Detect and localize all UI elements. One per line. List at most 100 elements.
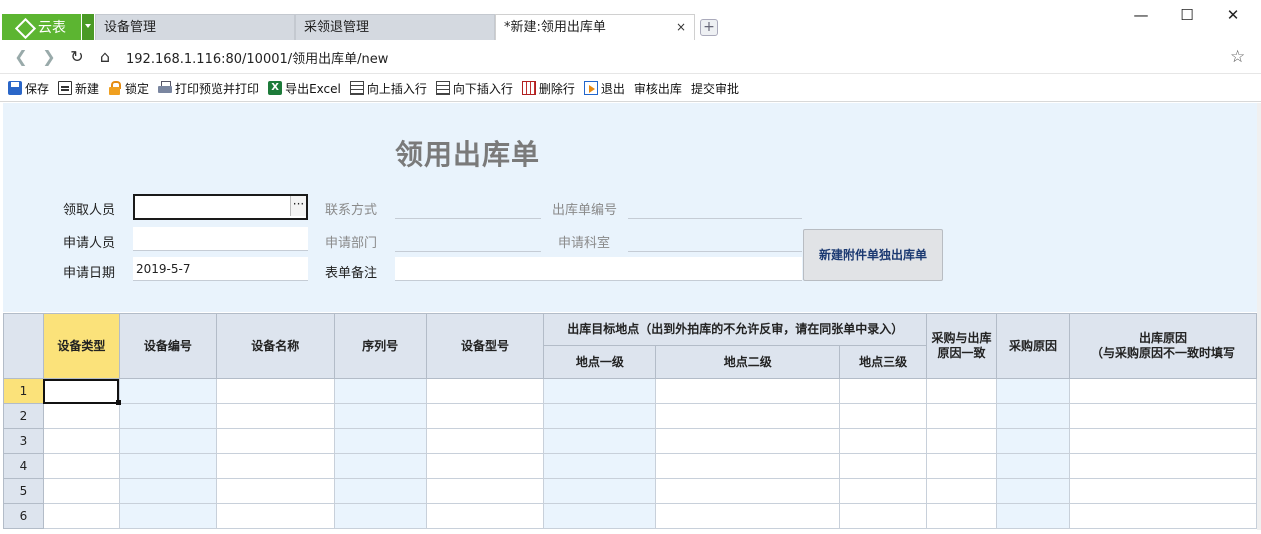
col-header-location-level-3[interactable]: 地点三级 (839, 345, 928, 379)
grid-cell[interactable] (118, 453, 217, 479)
grid-cell[interactable] (425, 378, 545, 404)
tab-device-management[interactable]: 设备管理 (95, 14, 295, 40)
grid-cell[interactable] (1068, 453, 1257, 479)
grid-cell[interactable] (333, 503, 427, 529)
insert-row-above-button[interactable]: 向上插入行 (349, 80, 427, 97)
grid-cell[interactable] (42, 453, 120, 479)
app-brand-button[interactable]: 云表 (2, 14, 94, 40)
col-header-location-level-1[interactable]: 地点一级 (543, 345, 657, 379)
grid-cell[interactable] (42, 403, 120, 429)
grid-cell[interactable] (543, 403, 657, 429)
col-header-device-name[interactable]: 设备名称 (215, 313, 335, 379)
approve-outbound-button[interactable]: 审核出库 (634, 80, 682, 97)
grid-cell[interactable] (926, 503, 998, 529)
section-field[interactable] (628, 228, 802, 252)
print-preview-button[interactable]: 打印预览并打印 (158, 80, 259, 97)
grid-cell[interactable] (42, 503, 120, 529)
submit-approval-button[interactable]: 提交审批 (691, 80, 739, 97)
grid-cell[interactable] (333, 453, 427, 479)
grid-cell[interactable] (118, 428, 217, 454)
receiver-lookup-button[interactable]: ··· (290, 196, 306, 216)
col-header-device-type[interactable]: 设备类型 (42, 313, 120, 379)
row-header[interactable]: 6 (3, 503, 44, 529)
row-header[interactable]: 5 (3, 478, 44, 504)
contact-field[interactable] (395, 195, 541, 219)
new-tab-button[interactable]: + (700, 19, 718, 36)
grid-cell[interactable] (1068, 503, 1257, 529)
url-field[interactable]: 192.168.1.116:80/10001/领用出库单/new (126, 48, 388, 67)
home-icon[interactable]: ⌂ (94, 46, 116, 68)
reload-icon[interactable]: ↻ (66, 46, 88, 68)
grid-cell[interactable] (425, 453, 545, 479)
delete-row-button[interactable]: 删除行 (521, 80, 575, 97)
bookmark-star-icon[interactable]: ☆ (1230, 47, 1245, 67)
new-button[interactable]: 新建 (58, 80, 99, 97)
grid-cell[interactable] (1068, 403, 1257, 429)
grid-cell[interactable] (215, 453, 335, 479)
order-no-field[interactable] (628, 195, 802, 219)
row-header[interactable]: 4 (3, 453, 44, 479)
col-header-purchase-reason[interactable]: 采购原因 (996, 313, 1070, 379)
grid-cell[interactable] (333, 403, 427, 429)
maximize-button[interactable]: ☐ (1164, 2, 1210, 28)
grid-cell[interactable] (1068, 428, 1257, 454)
grid-cell[interactable] (839, 478, 928, 504)
back-icon[interactable]: ❮ (10, 46, 32, 68)
forward-icon[interactable]: ❯ (38, 46, 60, 68)
grid-cell[interactable] (543, 428, 657, 454)
grid-cell[interactable] (1068, 478, 1257, 504)
vertical-scrollbar[interactable] (1257, 103, 1261, 530)
grid-cell[interactable] (333, 378, 427, 404)
grid-cell[interactable] (425, 428, 545, 454)
grid-cell[interactable] (118, 378, 217, 404)
tab-close-icon[interactable]: × (676, 15, 686, 40)
grid-cell[interactable] (215, 503, 335, 529)
close-window-button[interactable]: ✕ (1210, 2, 1256, 28)
col-header-model[interactable]: 设备型号 (425, 313, 545, 379)
row-header[interactable]: 3 (3, 428, 44, 454)
grid-cell[interactable] (425, 503, 545, 529)
grid-cell[interactable] (655, 453, 841, 479)
grid-corner-cell[interactable] (3, 313, 44, 379)
grid-cell[interactable] (333, 428, 427, 454)
minimize-button[interactable]: — (1118, 2, 1164, 28)
export-excel-button[interactable]: X 导出Excel (268, 80, 341, 97)
apply-date-field[interactable]: 2019-5-7 (133, 257, 308, 281)
col-header-location-level-2[interactable]: 地点二级 (655, 345, 841, 379)
grid-cell[interactable] (655, 478, 841, 504)
grid-cell[interactable] (839, 453, 928, 479)
grid-cell[interactable] (42, 378, 122, 406)
applicant-field[interactable] (133, 227, 308, 251)
insert-row-below-button[interactable]: 向下插入行 (435, 80, 513, 97)
grid-cell[interactable] (839, 503, 928, 529)
row-header[interactable]: 1 (3, 378, 44, 404)
col-header-device-no[interactable]: 设备编号 (118, 313, 217, 379)
grid-cell[interactable] (926, 403, 998, 429)
col-header-reason-consistent[interactable]: 采购与出库原因一致 (926, 313, 998, 379)
grid-cell[interactable] (118, 503, 217, 529)
grid-cell[interactable] (543, 453, 657, 479)
grid-cell[interactable] (425, 403, 545, 429)
grid-cell[interactable] (926, 478, 998, 504)
lock-button[interactable]: 锁定 (108, 80, 149, 97)
grid-cell[interactable] (215, 403, 335, 429)
col-header-out-reason[interactable]: 出库原因 （与采购原因不一致时填写 (1068, 313, 1257, 379)
grid-cell[interactable] (215, 428, 335, 454)
col-header-target-location-group[interactable]: 出库目标地点（出到外拍库的不允许反审，请在同张单中录入） (543, 313, 928, 346)
grid-cell[interactable] (926, 428, 998, 454)
col-header-serial-no[interactable]: 序列号 (333, 313, 427, 379)
row-header[interactable]: 2 (3, 403, 44, 429)
grid-cell[interactable] (996, 403, 1070, 429)
grid-cell[interactable] (655, 403, 841, 429)
remark-field[interactable] (395, 257, 802, 281)
app-menu-dropdown[interactable] (81, 14, 94, 40)
grid-cell[interactable] (655, 428, 841, 454)
grid-cell[interactable] (42, 478, 120, 504)
grid-cell[interactable] (215, 478, 335, 504)
grid-cell[interactable] (996, 378, 1070, 404)
grid-cell[interactable] (118, 403, 217, 429)
exit-button[interactable]: 退出 (583, 80, 625, 97)
grid-cell[interactable] (118, 478, 217, 504)
grid-cell[interactable] (996, 428, 1070, 454)
save-button[interactable]: 保存 (8, 80, 49, 97)
